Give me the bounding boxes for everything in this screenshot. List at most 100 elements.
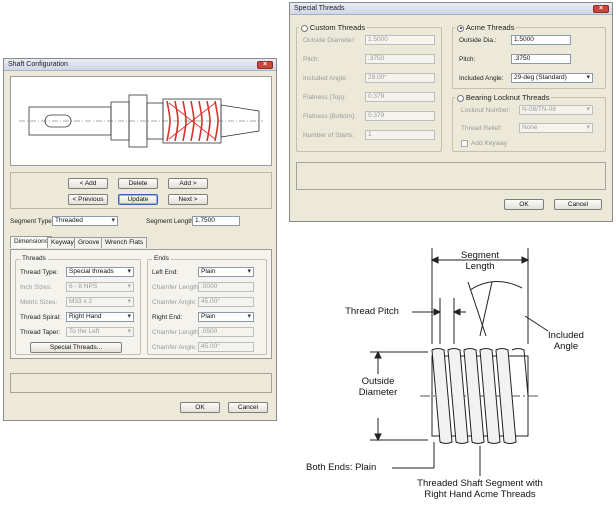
thread-diagram: Segment Length Thread Pitch Included Ang…: [300, 236, 612, 502]
update-button[interactable]: Update: [118, 194, 158, 205]
metric-sizes-value: M33 x 2: [69, 298, 93, 305]
close-icon[interactable]: ×: [593, 5, 609, 13]
locknut-number-label: Locknut Number:: [461, 107, 511, 114]
threads-group-title: Threads: [20, 255, 48, 262]
shaft-preview: [10, 76, 272, 166]
bearing-locknut-radio[interactable]: [457, 94, 464, 102]
acme-outside-dia-label: Outside Dia.:: [459, 37, 497, 44]
acme-threads-title[interactable]: Acme Threads: [455, 23, 517, 32]
flatness-top-input[interactable]: 0.379: [365, 92, 435, 102]
thread-taper-select[interactable]: To the Left: [66, 327, 134, 337]
left-end-label: Left End:: [152, 269, 179, 276]
custom-threads-radio[interactable]: [301, 24, 308, 32]
metric-sizes-select[interactable]: M33 x 2: [66, 297, 134, 307]
thread-relief-label: Thread Relief:: [461, 125, 502, 132]
bearing-locknut-label: Bearing Locknut Threads: [465, 93, 550, 102]
delete-button[interactable]: Delete: [118, 178, 158, 189]
flatness-bottom-label: Flatness (Bottom):: [303, 113, 357, 120]
tab-wrench-flats[interactable]: Wrench Flats: [101, 237, 148, 248]
thread-spiral-value: Right Hand: [69, 313, 102, 320]
add-keyway-label: Add Keyway: [471, 140, 508, 147]
add-keyway-checkbox[interactable]: [461, 140, 468, 147]
thread-spiral-label: Thread Spiral:: [20, 314, 61, 321]
special-ok-button[interactable]: OK: [504, 199, 544, 210]
left-chamfer-angle-label: Chamfer Angle:: [152, 299, 197, 306]
left-end-value: Plain: [201, 268, 216, 275]
add-right-button[interactable]: Add >: [168, 178, 208, 189]
custom-pitch-input[interactable]: .3750: [365, 54, 435, 64]
left-chamfer-length-label: Chamfer Length:: [152, 284, 201, 291]
segment-type-value: Threaded: [55, 217, 83, 224]
acme-threads-radio[interactable]: [457, 24, 464, 32]
custom-outside-diameter-input[interactable]: 1.5000: [365, 35, 435, 45]
thread-spiral-select[interactable]: Right Hand: [66, 312, 134, 322]
custom-threads-label: Custom Threads: [309, 23, 366, 32]
segment-type-select[interactable]: Threaded: [52, 216, 118, 226]
ok-button[interactable]: OK: [180, 402, 220, 413]
shaft-drawing: [19, 94, 263, 148]
acme-included-angle-value: 29-deg (Standard): [514, 74, 567, 81]
previous-button[interactable]: < Previous: [68, 194, 108, 205]
acme-threads-group: Acme Threads Outside Dia.: 1.5000 Pitch:…: [452, 23, 606, 89]
included-angle-callout: Included Angle: [548, 330, 584, 352]
right-chamfer-length-input[interactable]: .0500: [198, 327, 254, 337]
special-threads-dialog: Special Threads × Custom Threads Outside…: [289, 2, 613, 222]
special-threads-button[interactable]: Special Threads...: [30, 342, 122, 353]
shaft-configuration-dialog: Shaft Configuration × < Add Delete Add >…: [3, 58, 277, 421]
both-ends-callout: Both Ends: Plain: [306, 462, 377, 473]
acme-included-angle-select[interactable]: 29-deg (Standard): [511, 73, 593, 83]
thread-relief-select[interactable]: None: [519, 123, 593, 133]
segment-type-label: Segment Type:: [10, 218, 54, 225]
inch-sizes-value: 6 - 8 NPS: [69, 283, 98, 290]
left-chamfer-angle-input[interactable]: 45.00°: [198, 297, 254, 307]
custom-outside-diameter-label: Outside Diameter:: [303, 37, 356, 44]
tab-dimensions[interactable]: Dimensions: [10, 236, 52, 248]
tab-panel-dimensions: Threads Thread Type: Special threads Inc…: [10, 249, 272, 359]
cancel-button[interactable]: Cancel: [228, 402, 268, 413]
acme-included-angle-label: Included Angle:: [459, 75, 504, 82]
inch-sizes-label: Inch Sizes:: [20, 284, 52, 291]
custom-threads-title[interactable]: Custom Threads: [299, 23, 368, 32]
shaft-dialog-title: Shaft Configuration: [8, 61, 68, 68]
outside-diameter-callout: Outside Diameter: [358, 376, 398, 398]
flatness-top-label: Flatness (Top):: [303, 94, 346, 101]
metric-sizes-label: Metric Sizes:: [20, 299, 58, 306]
right-chamfer-angle-input[interactable]: 45.00°: [198, 342, 254, 352]
ends-group-title: Ends: [152, 255, 171, 262]
special-dialog-title: Special Threads: [294, 5, 345, 12]
segment-length-label: Segment Length:: [146, 218, 196, 225]
left-end-select[interactable]: Plain: [198, 267, 254, 277]
thread-taper-value: To the Left: [69, 328, 100, 335]
next-button[interactable]: Next >: [168, 194, 208, 205]
ends-group: Ends Left End: Plain Chamfer Length: .00…: [147, 255, 267, 355]
right-end-select[interactable]: Plain: [198, 312, 254, 322]
number-of-starts-input[interactable]: 1: [365, 130, 435, 140]
bearing-locknut-group: Bearing Locknut Threads Locknut Number: …: [452, 93, 606, 152]
tab-strip: Dimensions Keyway Groove Wrench Flats: [10, 236, 272, 249]
tab-groove[interactable]: Groove: [74, 237, 104, 248]
segment-length-input[interactable]: 1.7500: [192, 216, 240, 226]
number-of-starts-label: Number of Starts:: [303, 132, 354, 139]
special-cancel-button[interactable]: Cancel: [554, 199, 602, 210]
threads-group: Threads Thread Type: Special threads Inc…: [15, 255, 141, 355]
thread-type-select[interactable]: Special threads: [66, 267, 134, 277]
acme-threads-label: Acme Threads: [465, 23, 515, 32]
left-chamfer-length-input[interactable]: .0000: [198, 282, 254, 292]
custom-included-angle-input[interactable]: 29.00°: [365, 73, 435, 83]
segment-length-callout: Segment Length: [460, 250, 500, 272]
add-left-button[interactable]: < Add: [68, 178, 108, 189]
close-icon[interactable]: ×: [257, 61, 273, 69]
flatness-bottom-input[interactable]: 0.379: [365, 111, 435, 121]
acme-outside-dia-input[interactable]: 1.5000: [511, 35, 571, 45]
special-dialog-titlebar: Special Threads ×: [290, 3, 612, 15]
right-chamfer-angle-label: Chamfer Angle:: [152, 344, 197, 351]
special-status-area: [296, 162, 606, 190]
right-end-value: Plain: [201, 313, 216, 320]
thread-taper-label: Thread Taper:: [20, 329, 61, 336]
locknut-number-value: N-08/TN-08: [522, 106, 556, 113]
bearing-locknut-title[interactable]: Bearing Locknut Threads: [455, 93, 552, 102]
acme-pitch-label: Pitch:: [459, 56, 476, 63]
locknut-number-select[interactable]: N-08/TN-08: [519, 105, 593, 115]
acme-pitch-input[interactable]: .3750: [511, 54, 571, 64]
inch-sizes-select[interactable]: 6 - 8 NPS: [66, 282, 134, 292]
